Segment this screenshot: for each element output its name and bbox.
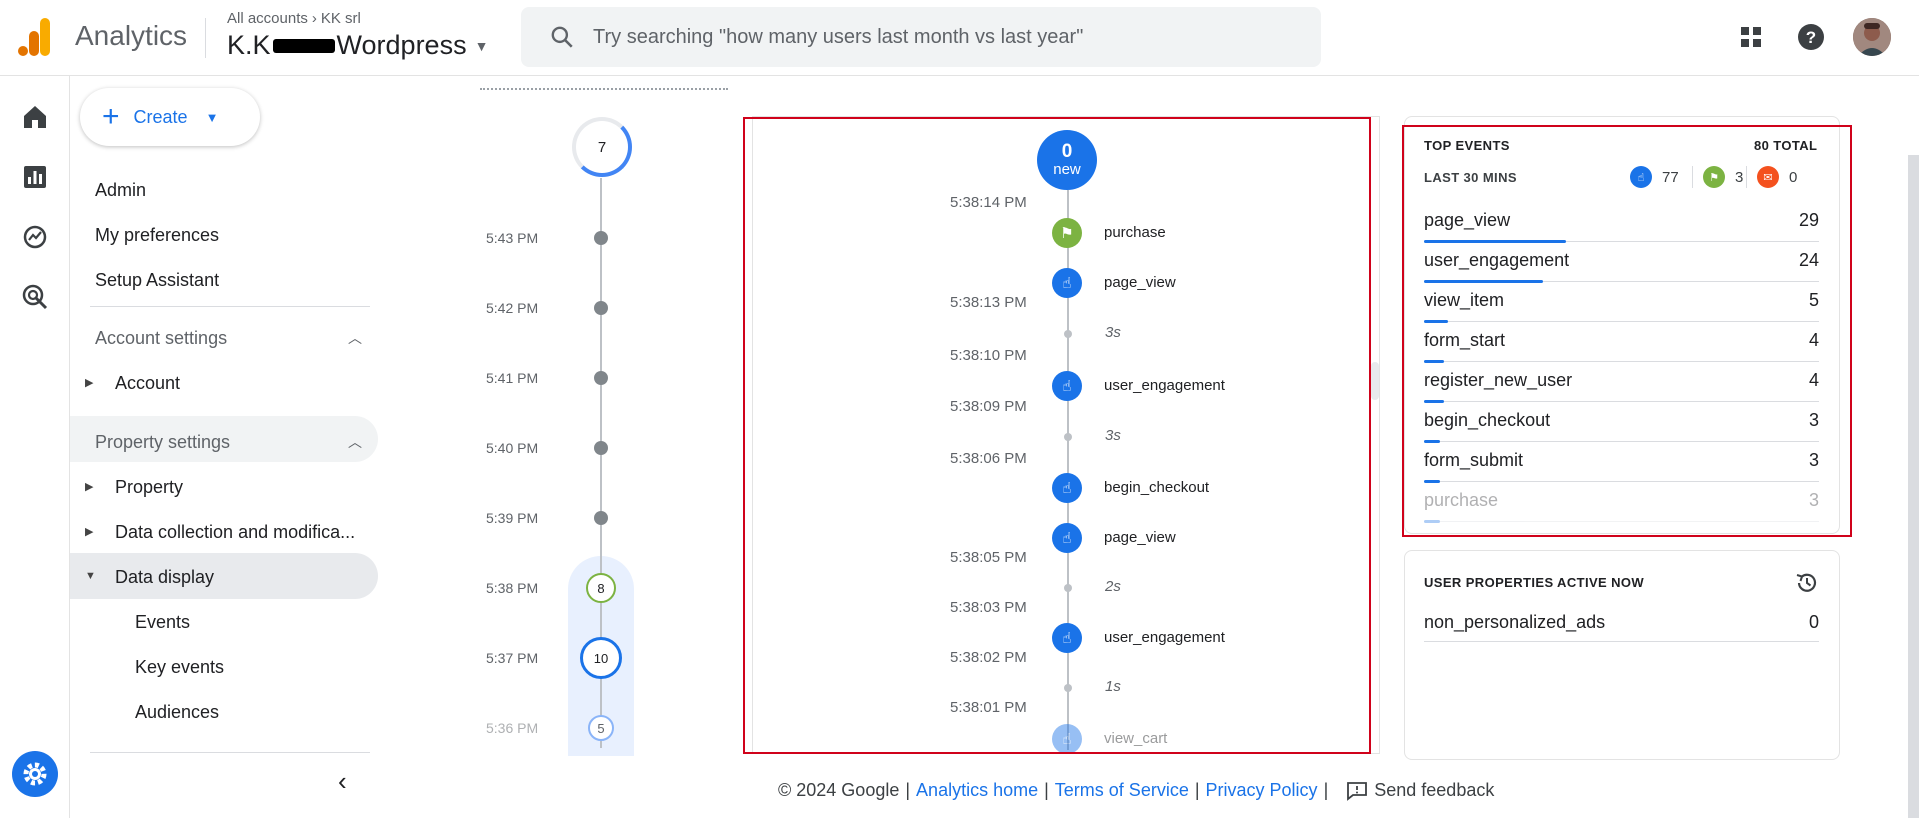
minutes-top-count[interactable]: 7 xyxy=(572,117,632,177)
footer-privacy-link[interactable]: Privacy Policy xyxy=(1206,780,1318,801)
minute-badge[interactable]: 5 xyxy=(588,715,614,741)
explore-icon[interactable] xyxy=(20,222,50,252)
expand-triangle-icon[interactable]: ▶ xyxy=(85,376,93,389)
minute-dot[interactable] xyxy=(594,301,608,315)
user-property-value: 0 xyxy=(1808,612,1819,632)
admin-settings-button[interactable] xyxy=(12,751,58,797)
nav-my-preferences[interactable]: My preferences xyxy=(95,225,219,246)
app-title: Analytics xyxy=(75,20,188,51)
minute-label: 5:40 PM xyxy=(486,440,539,456)
nav-data-display[interactable]: Data display xyxy=(115,567,214,588)
header-divider xyxy=(205,18,206,58)
expand-triangle-icon[interactable]: ▶ xyxy=(85,525,93,538)
minute-label: 5:36 PM xyxy=(486,720,539,736)
feedback-icon xyxy=(1347,781,1368,801)
user-properties-title: USER PROPERTIES ACTIVE NOW xyxy=(1424,575,1645,590)
caret-down-icon: ▼ xyxy=(205,109,219,125)
expand-triangle-icon[interactable]: ▶ xyxy=(85,480,93,493)
search-placeholder: Try searching "how many users last month… xyxy=(593,25,1084,48)
nav-divider xyxy=(90,306,370,307)
send-feedback-label: Send feedback xyxy=(1374,780,1495,800)
minute-dot[interactable] xyxy=(594,511,608,525)
advertising-icon[interactable] xyxy=(20,282,50,312)
breadcrumb-account[interactable]: KK srl xyxy=(321,10,361,27)
user-property-name: non_personalized_ads xyxy=(1424,612,1606,632)
nav-divider xyxy=(90,752,370,753)
svg-text:?: ? xyxy=(1806,28,1816,47)
stream-highlight-box xyxy=(743,117,1371,754)
minute-label: 5:37 PM xyxy=(486,650,539,666)
create-label: Create xyxy=(133,106,188,127)
search-bar[interactable]: Try searching "how many users last month… xyxy=(521,7,1321,67)
property-name-suffix: Wordpress xyxy=(336,30,467,60)
page-scrollbar[interactable] xyxy=(1908,155,1919,818)
nav-account-settings[interactable]: Account settings xyxy=(95,328,227,349)
search-icon xyxy=(551,26,573,48)
collapse-triangle-icon[interactable]: ▼ xyxy=(85,570,96,582)
top-bar: Analytics All accounts › KK srl K.K Wordpr… xyxy=(0,0,1919,76)
footer-separator: | xyxy=(1044,780,1049,800)
user-avatar[interactable] xyxy=(1853,18,1891,56)
history-icon[interactable] xyxy=(1794,570,1820,596)
nav-account[interactable]: Account xyxy=(115,373,180,394)
left-rail xyxy=(0,76,70,818)
collapse-nav-chevron-icon[interactable]: ‹ xyxy=(338,766,347,797)
minute-badge[interactable]: 8 xyxy=(586,573,616,603)
minute-label: 5:42 PM xyxy=(486,300,539,316)
minute-label: 5:41 PM xyxy=(486,370,539,386)
nav-setup-assistant[interactable]: Setup Assistant xyxy=(95,270,219,291)
minute-dot[interactable] xyxy=(594,371,608,385)
nav-data-collection[interactable]: Data collection and modifica... xyxy=(115,522,355,543)
reports-icon[interactable] xyxy=(20,162,50,192)
nav-events[interactable]: Events xyxy=(135,612,190,633)
help-icon[interactable]: ? xyxy=(1796,22,1826,52)
timeline-dotted-divider xyxy=(480,88,728,90)
stream-scroll-handle[interactable] xyxy=(1371,362,1379,400)
nav-admin[interactable]: Admin xyxy=(95,180,146,201)
footer-terms-link[interactable]: Terms of Service xyxy=(1055,780,1189,801)
footer-separator: | xyxy=(1194,780,1200,800)
minute-label: 5:38 PM xyxy=(486,580,539,596)
chevron-up-icon[interactable]: ︿ xyxy=(348,328,362,348)
avatar-photo-icon xyxy=(1853,18,1891,56)
footer-analytics-home-link[interactable]: Analytics home xyxy=(916,780,1038,801)
breadcrumb-chevron-icon: › xyxy=(311,10,317,27)
nav-property[interactable]: Property xyxy=(115,477,183,498)
admin-nav: + Create ▼ Admin My preferences Setup As… xyxy=(70,76,380,818)
nav-audiences[interactable]: Audiences xyxy=(135,702,219,723)
footer: © 2024 Google | Analytics home | Terms o… xyxy=(778,780,1494,801)
home-icon[interactable] xyxy=(20,102,50,132)
plus-icon: + xyxy=(102,100,120,133)
minute-badge[interactable]: 10 xyxy=(580,637,622,679)
create-button[interactable]: + Create ▼ xyxy=(80,88,260,146)
caret-down-icon: ▼ xyxy=(474,37,489,54)
property-selector[interactable]: K.K Wordpress ▼ xyxy=(227,30,488,61)
footer-separator: | xyxy=(905,780,911,800)
top-events-highlight-box xyxy=(1402,125,1852,537)
user-property-row[interactable]: non_personalized_ads 0 xyxy=(1424,608,1819,642)
nav-key-events[interactable]: Key events xyxy=(135,657,224,678)
apps-grid-icon[interactable] xyxy=(1736,22,1766,52)
footer-copyright: © 2024 Google xyxy=(778,780,900,800)
gear-icon xyxy=(23,762,47,786)
send-feedback-button[interactable]: Send feedback xyxy=(1346,780,1494,801)
minute-label: 5:39 PM xyxy=(486,510,539,526)
nav-property-settings[interactable]: Property settings xyxy=(95,432,230,453)
footer-separator: | xyxy=(1323,780,1329,800)
chevron-up-icon[interactable]: ︿ xyxy=(348,432,362,452)
property-name-prefix: K.K xyxy=(227,30,271,60)
breadcrumb[interactable]: All accounts › KK srl xyxy=(227,10,361,27)
minute-label: 5:43 PM xyxy=(486,230,539,246)
analytics-logo-icon[interactable] xyxy=(18,18,52,56)
redaction-mark xyxy=(272,38,335,53)
breadcrumb-all-accounts[interactable]: All accounts xyxy=(227,10,308,27)
minute-dot[interactable] xyxy=(594,441,608,455)
minute-dot[interactable] xyxy=(594,231,608,245)
